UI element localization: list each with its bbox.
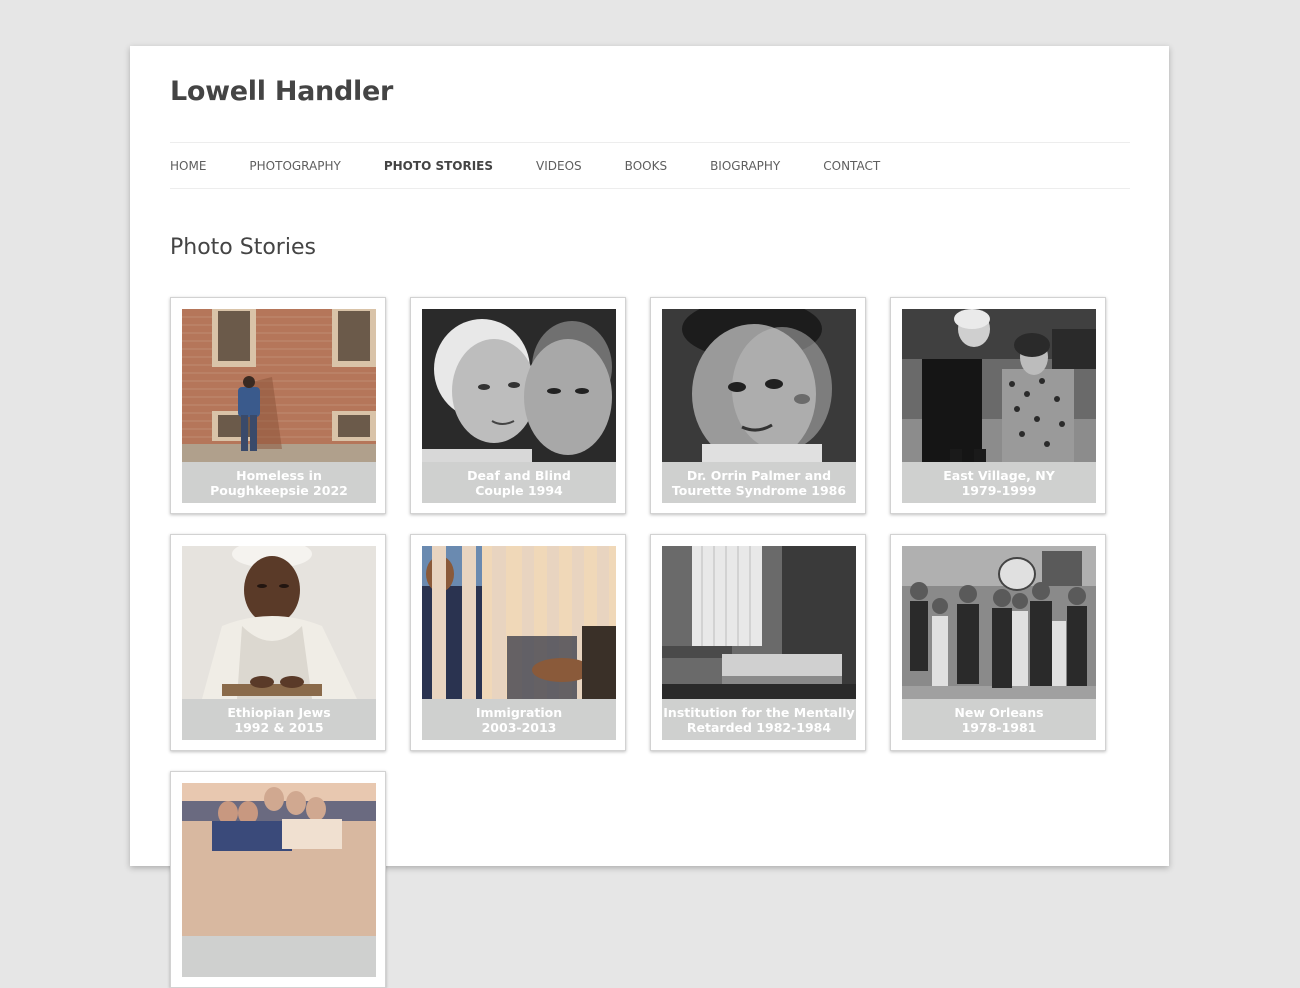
story-caption[interactable]: New Orleans 1978-1981 <box>902 699 1096 740</box>
story-card-family[interactable] <box>170 771 386 988</box>
story-thumbnail[interactable] <box>902 309 1096 462</box>
story-caption[interactable]: Dr. Orrin Palmer and Tourette Syndrome 1… <box>662 462 856 503</box>
story-thumbnail[interactable] <box>182 783 376 936</box>
nav-item-contact[interactable]: CONTACT <box>823 159 880 173</box>
story-thumbnail[interactable] <box>662 309 856 462</box>
story-caption[interactable]: Deaf and Blind Couple 1994 <box>422 462 616 503</box>
story-card-new-orleans[interactable]: New Orleans 1978-1981 <box>890 534 1106 751</box>
nav-item-videos[interactable]: VIDEOS <box>536 159 582 173</box>
story-thumbnail[interactable] <box>422 309 616 462</box>
nav-item-home[interactable]: HOME <box>170 159 206 173</box>
story-card-deaf-blind[interactable]: Deaf and Blind Couple 1994 <box>410 297 626 514</box>
story-card-institution[interactable]: Institution for the Mentally Retarded 19… <box>650 534 866 751</box>
story-thumbnail[interactable] <box>902 546 1096 699</box>
page-title: Photo Stories <box>170 235 316 260</box>
story-card-orrin-palmer[interactable]: Dr. Orrin Palmer and Tourette Syndrome 1… <box>650 297 866 514</box>
story-caption[interactable]: Immigration 2003-2013 <box>422 699 616 740</box>
site-title[interactable]: Lowell Handler <box>170 76 393 107</box>
story-card-immigration[interactable]: Immigration 2003-2013 <box>410 534 626 751</box>
nav-item-biography[interactable]: BIOGRAPHY <box>710 159 780 173</box>
nav-item-photo-stories[interactable]: PHOTO STORIES <box>384 159 493 173</box>
story-thumbnail[interactable] <box>662 546 856 699</box>
page-container: Lowell Handler HOME PHOTOGRAPHY PHOTO ST… <box>130 46 1169 988</box>
story-card-ethiopian-jews[interactable]: Ethiopian Jews 1992 & 2015 <box>170 534 386 751</box>
story-thumbnail[interactable] <box>182 546 376 699</box>
main-nav: HOME PHOTOGRAPHY PHOTO STORIES VIDEOS BO… <box>170 142 1130 189</box>
story-card-homeless[interactable]: Homeless in Poughkeepsie 2022 <box>170 297 386 514</box>
story-caption[interactable]: Homeless in Poughkeepsie 2022 <box>182 462 376 503</box>
nav-item-photography[interactable]: PHOTOGRAPHY <box>249 159 340 173</box>
story-caption[interactable]: East Village, NY 1979-1999 <box>902 462 1096 503</box>
nav-item-books[interactable]: BOOKS <box>625 159 667 173</box>
story-caption[interactable]: Institution for the Mentally Retarded 19… <box>662 699 856 740</box>
story-card-east-village[interactable]: East Village, NY 1979-1999 <box>890 297 1106 514</box>
story-thumbnail[interactable] <box>182 309 376 462</box>
story-thumbnail[interactable] <box>422 546 616 699</box>
story-caption[interactable] <box>182 936 376 977</box>
story-caption[interactable]: Ethiopian Jews 1992 & 2015 <box>182 699 376 740</box>
